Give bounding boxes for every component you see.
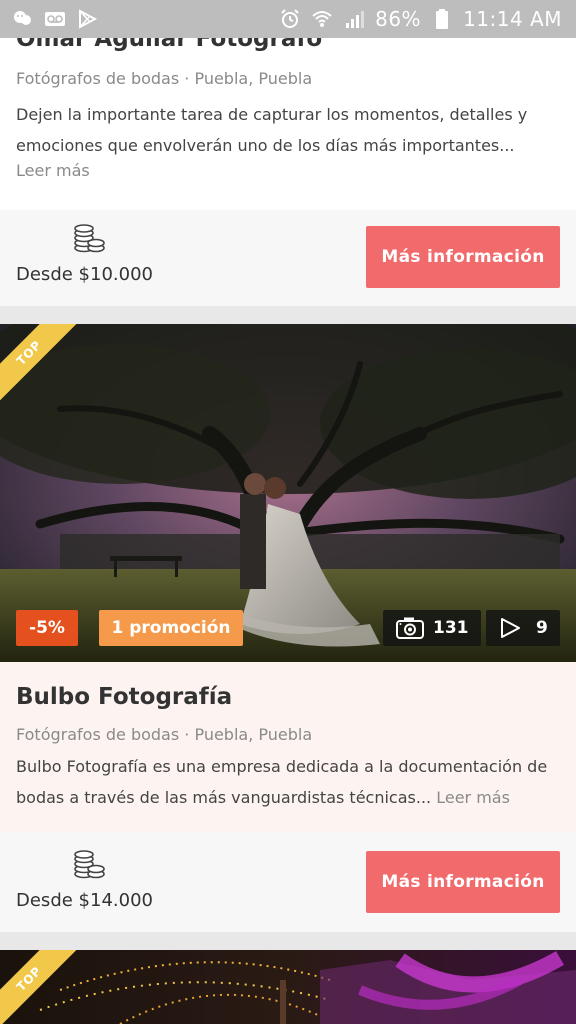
card-separator xyxy=(0,306,576,324)
venue-photo-image xyxy=(0,950,576,1024)
video-count[interactable]: 9 xyxy=(486,610,560,646)
read-more-link[interactable]: Leer más xyxy=(436,788,510,807)
discount-badge: -5% xyxy=(16,610,78,646)
card-separator xyxy=(0,932,576,950)
vendor-description: Dejen la importante tarea de capturar lo… xyxy=(16,105,528,155)
coins-icon xyxy=(72,224,106,254)
listing-card-omar[interactable]: Omar Aguilar Fotógrafo Fotógrafos de bod… xyxy=(0,20,576,210)
vendor-description: Bulbo Fotografía es una empresa dedicada… xyxy=(16,751,564,813)
price-bar: Desde $14.000 Más información xyxy=(0,832,576,932)
video-count-value: 9 xyxy=(536,618,548,638)
status-bar: 86% 11:14 AM xyxy=(0,0,576,38)
play-icon xyxy=(498,616,522,640)
more-info-button[interactable]: Más información xyxy=(366,851,560,913)
camera-icon xyxy=(395,616,425,640)
coins-icon xyxy=(72,850,106,880)
chat-bubble-icon xyxy=(12,8,34,30)
more-info-button[interactable]: Más información xyxy=(366,226,560,288)
voicemail-icon xyxy=(44,8,66,30)
photo-count[interactable]: 131 xyxy=(383,610,481,646)
photo-count-value: 131 xyxy=(433,618,469,638)
alarm-icon xyxy=(279,8,301,30)
price-from: Desde $14.000 xyxy=(16,890,153,911)
play-store-icon xyxy=(76,8,98,30)
price-bar: Desde $10.000 Más información xyxy=(0,210,576,306)
vendor-category-location: Fotógrafos de bodas · Puebla, Puebla xyxy=(16,69,313,88)
vendor-photo[interactable]: TOP -5% 1 promoción 131 9 xyxy=(0,324,576,662)
battery-percent: 86% xyxy=(375,7,422,31)
wifi-icon xyxy=(311,8,333,30)
read-more-link[interactable]: Leer más xyxy=(16,161,90,180)
promotion-badge[interactable]: 1 promoción xyxy=(99,610,243,646)
signal-icon xyxy=(343,8,365,30)
app-screen: 86% 11:14 AM Omar Aguilar Fotógrafo Fotó… xyxy=(0,0,576,1024)
vendor-photo[interactable]: TOP xyxy=(0,950,576,1024)
battery-icon xyxy=(431,8,453,30)
vendor-name[interactable]: Bulbo Fotografía xyxy=(16,684,232,710)
clock: 11:14 AM xyxy=(463,7,562,31)
vendor-category-location: Fotógrafos de bodas · Puebla, Puebla xyxy=(16,725,313,744)
listing-card-bulbo[interactable]: Bulbo Fotografía Fotógrafos de bodas · P… xyxy=(0,662,576,832)
price-from: Desde $10.000 xyxy=(16,264,153,285)
